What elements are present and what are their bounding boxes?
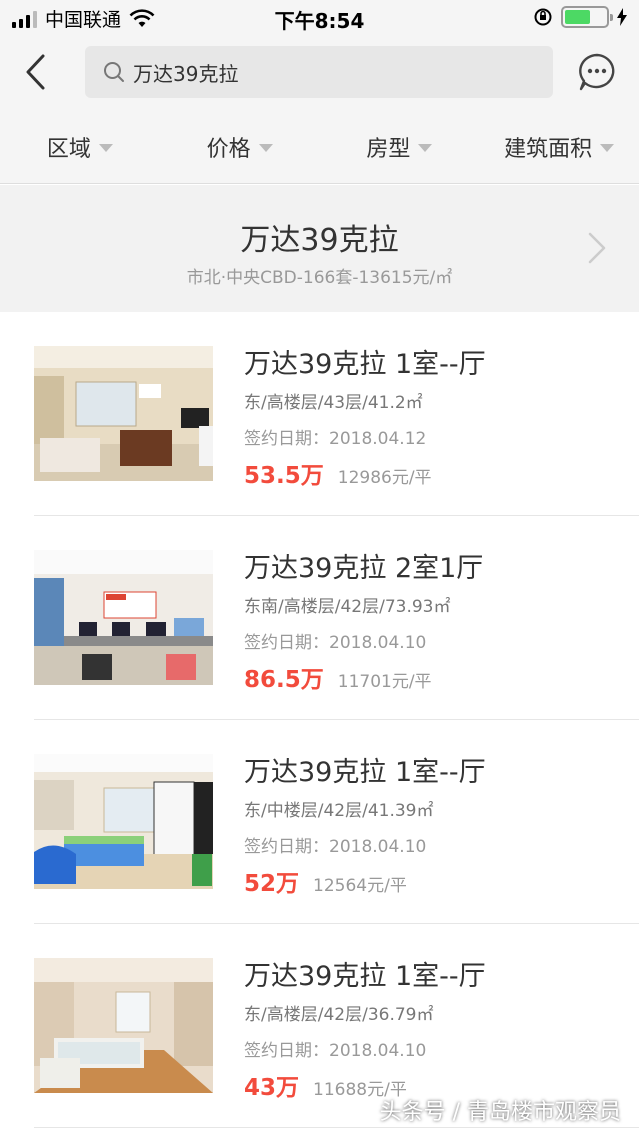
community-name: 万达39克拉	[240, 223, 399, 258]
watermark: 头条号 / 青岛楼市观察员	[379, 1100, 621, 1125]
filter-label: 建筑面积	[504, 136, 593, 162]
listing-photo	[34, 550, 213, 685]
status-bar: 中国联通 下午8:54	[0, 0, 639, 36]
listing-photo	[34, 754, 213, 889]
filter-label: 区域	[46, 136, 91, 162]
listing-title: 万达39克拉 2室1厅	[244, 553, 484, 584]
back-button[interactable]	[18, 52, 58, 92]
nav-bar: 万达39克拉	[0, 36, 639, 110]
listing-attributes: 东/高楼层/42层/36.79㎡	[244, 1005, 434, 1025]
price-unit: 12986元/平	[337, 468, 432, 488]
listing-photo	[34, 346, 213, 481]
price-unit: 12564元/平	[313, 876, 407, 896]
listing-item[interactable]: 万达39克拉 1室--厅 东/中楼层/42层/41.39㎡ 签约日期：2018.…	[34, 720, 639, 924]
price-unit: 11701元/平	[337, 672, 432, 692]
community-info: 市北·中央CBD-166套-13615元/㎡	[186, 268, 453, 288]
battery-icon	[561, 6, 613, 28]
listing-sign-date: 签约日期：2018.04.10	[244, 633, 427, 653]
filter-layout[interactable]: 房型	[320, 110, 480, 183]
price-total: 53.5万	[244, 463, 324, 489]
filter-label: 房型	[366, 136, 411, 162]
listing-photo	[34, 958, 213, 1093]
listing-title: 万达39克拉 1室--厅	[244, 961, 486, 992]
filter-area[interactable]: 建筑面积	[479, 110, 639, 183]
rotation-lock-icon	[534, 8, 552, 26]
listing-item[interactable]: 万达39克拉 2室1厅 东南/高楼层/42层/73.93㎡ 签约日期：2018.…	[34, 516, 639, 720]
listing-sign-date: 签约日期：2018.04.10	[244, 837, 427, 857]
listing-item[interactable]: 万达39克拉 1室--厅 东/高楼层/43层/41.2㎡ 签约日期：2018.0…	[34, 312, 639, 516]
price-total: 86.5万	[244, 667, 324, 693]
caret-down-icon	[258, 143, 273, 152]
listing-title: 万达39克拉 1室--厅	[244, 757, 486, 788]
search-query: 万达39克拉	[133, 61, 239, 86]
listing-sign-date: 签约日期：2018.04.10	[244, 1041, 427, 1061]
listing-attributes: 东南/高楼层/42层/73.93㎡	[244, 597, 451, 617]
listing-price-row: 86.5万 11701元/平	[244, 660, 432, 694]
listing-sign-date: 签约日期：2018.04.12	[244, 429, 427, 449]
search-input[interactable]: 万达39克拉	[85, 46, 553, 98]
filter-bar: 区域 价格 房型 建筑面积	[0, 110, 639, 184]
price-total: 52万	[244, 871, 300, 897]
listing-title: 万达39克拉 1室--厅	[244, 349, 486, 380]
caret-down-icon	[418, 143, 433, 152]
filter-region[interactable]: 区域	[0, 110, 160, 183]
status-right	[533, 6, 627, 28]
listing-price-row: 52万 12564元/平	[244, 864, 407, 898]
filter-label: 价格	[206, 136, 251, 162]
listing-price-row: 53.5万 12986元/平	[244, 456, 432, 490]
chat-button[interactable]	[577, 52, 617, 92]
listing-attributes: 东/高楼层/43层/41.2㎡	[244, 393, 423, 413]
price-total: 43万	[244, 1075, 300, 1101]
chevron-right-icon	[588, 232, 606, 264]
charging-icon	[617, 8, 627, 26]
caret-down-icon	[600, 143, 615, 152]
caret-down-icon	[98, 143, 113, 152]
filter-price[interactable]: 价格	[160, 110, 320, 183]
listing-list: 万达39克拉 1室--厅 东/高楼层/43层/41.2㎡ 签约日期：2018.0…	[0, 312, 639, 1128]
listing-attributes: 东/中楼层/42层/41.39㎡	[244, 801, 434, 821]
community-card[interactable]: 万达39克拉 市北·中央CBD-166套-13615元/㎡	[0, 185, 639, 312]
search-icon	[104, 62, 124, 82]
